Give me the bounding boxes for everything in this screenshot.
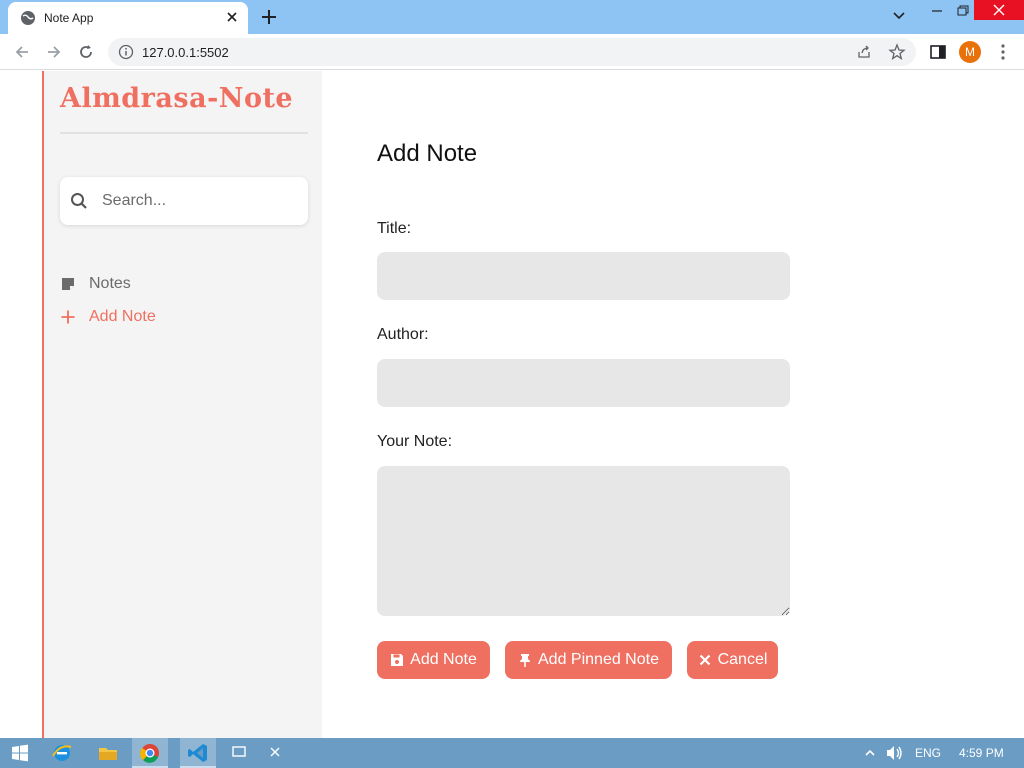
- os-taskbar: ENG 4:59 PM: [0, 738, 1024, 768]
- profile-avatar[interactable]: M: [959, 41, 981, 63]
- title-label: Title:: [377, 220, 412, 237]
- share-icon[interactable]: [856, 44, 872, 60]
- reload-icon[interactable]: [76, 42, 96, 62]
- add-pinned-note-button[interactable]: Add Pinned Note: [505, 641, 672, 679]
- site-info-icon[interactable]: [118, 44, 134, 60]
- language-indicator[interactable]: ENG: [915, 746, 941, 760]
- window-close-icon[interactable]: [974, 0, 1024, 20]
- taskbar-close-icon[interactable]: [264, 741, 288, 765]
- page-title: Add Note: [377, 140, 478, 167]
- note-label: Your Note:: [377, 433, 453, 450]
- page-content: Almdrasa-Note Notes Add Note Add Note Ti…: [0, 71, 1024, 738]
- volume-icon[interactable]: [882, 741, 906, 765]
- add-pinned-note-label: Add Pinned Note: [538, 651, 659, 668]
- tab-title: Note App: [44, 11, 94, 25]
- search-box: [60, 177, 308, 225]
- tab-search-icon[interactable]: [884, 6, 914, 30]
- title-field[interactable]: [377, 252, 790, 300]
- taskbar-vscode-active[interactable]: [180, 738, 216, 768]
- author-label: Author:: [377, 326, 429, 343]
- add-note-button[interactable]: Add Note: [377, 641, 490, 679]
- forward-icon[interactable]: [44, 42, 64, 62]
- note-textarea[interactable]: [377, 466, 790, 616]
- chrome-icon: [140, 744, 159, 763]
- internet-explorer-icon[interactable]: [50, 741, 74, 765]
- taskbar-window-icon[interactable]: [228, 741, 252, 765]
- browser-titlebar: Note App: [0, 0, 1024, 34]
- side-panel-icon[interactable]: [928, 42, 948, 62]
- save-icon: [391, 654, 404, 666]
- more-menu-icon[interactable]: [993, 42, 1013, 62]
- author-field[interactable]: [377, 359, 790, 407]
- close-tab-icon[interactable]: [224, 9, 240, 25]
- close-icon: [699, 654, 710, 666]
- note-icon: [62, 278, 74, 290]
- cancel-button[interactable]: Cancel: [687, 641, 778, 679]
- add-note-label: Add Note: [410, 651, 477, 668]
- plus-icon: [61, 310, 75, 324]
- sidebar-item-label: Add Note: [89, 308, 156, 325]
- browser-toolbar: 127.0.0.1:5502 M: [0, 34, 1024, 70]
- taskbar-chrome-active[interactable]: [132, 738, 168, 768]
- tray-chevron-icon[interactable]: [858, 741, 882, 765]
- cancel-label: Cancel: [717, 651, 768, 668]
- search-icon: [71, 193, 87, 209]
- brand-logo[interactable]: Almdrasa-Note: [60, 83, 293, 114]
- address-bar[interactable]: 127.0.0.1:5502: [108, 38, 916, 66]
- globe-icon: [21, 11, 35, 25]
- sidebar-item-add-note[interactable]: Add Note: [60, 305, 156, 329]
- sidebar-item-notes[interactable]: Notes: [60, 272, 131, 296]
- file-explorer-icon[interactable]: [96, 741, 120, 765]
- browser-tab[interactable]: Note App: [8, 2, 248, 34]
- windows-start-icon[interactable]: [8, 741, 32, 765]
- clock[interactable]: 4:59 PM: [959, 746, 1004, 760]
- brand-divider: [60, 132, 308, 134]
- bookmark-star-icon[interactable]: [888, 43, 906, 61]
- sidebar: Almdrasa-Note Notes Add Note: [42, 71, 322, 738]
- back-icon[interactable]: [12, 42, 32, 62]
- new-tab-icon[interactable]: [260, 8, 278, 26]
- search-input[interactable]: [102, 189, 298, 213]
- vscode-icon: [188, 744, 207, 762]
- pin-icon: [520, 654, 530, 667]
- url-text: 127.0.0.1:5502: [142, 45, 229, 60]
- sidebar-item-label: Notes: [89, 275, 131, 292]
